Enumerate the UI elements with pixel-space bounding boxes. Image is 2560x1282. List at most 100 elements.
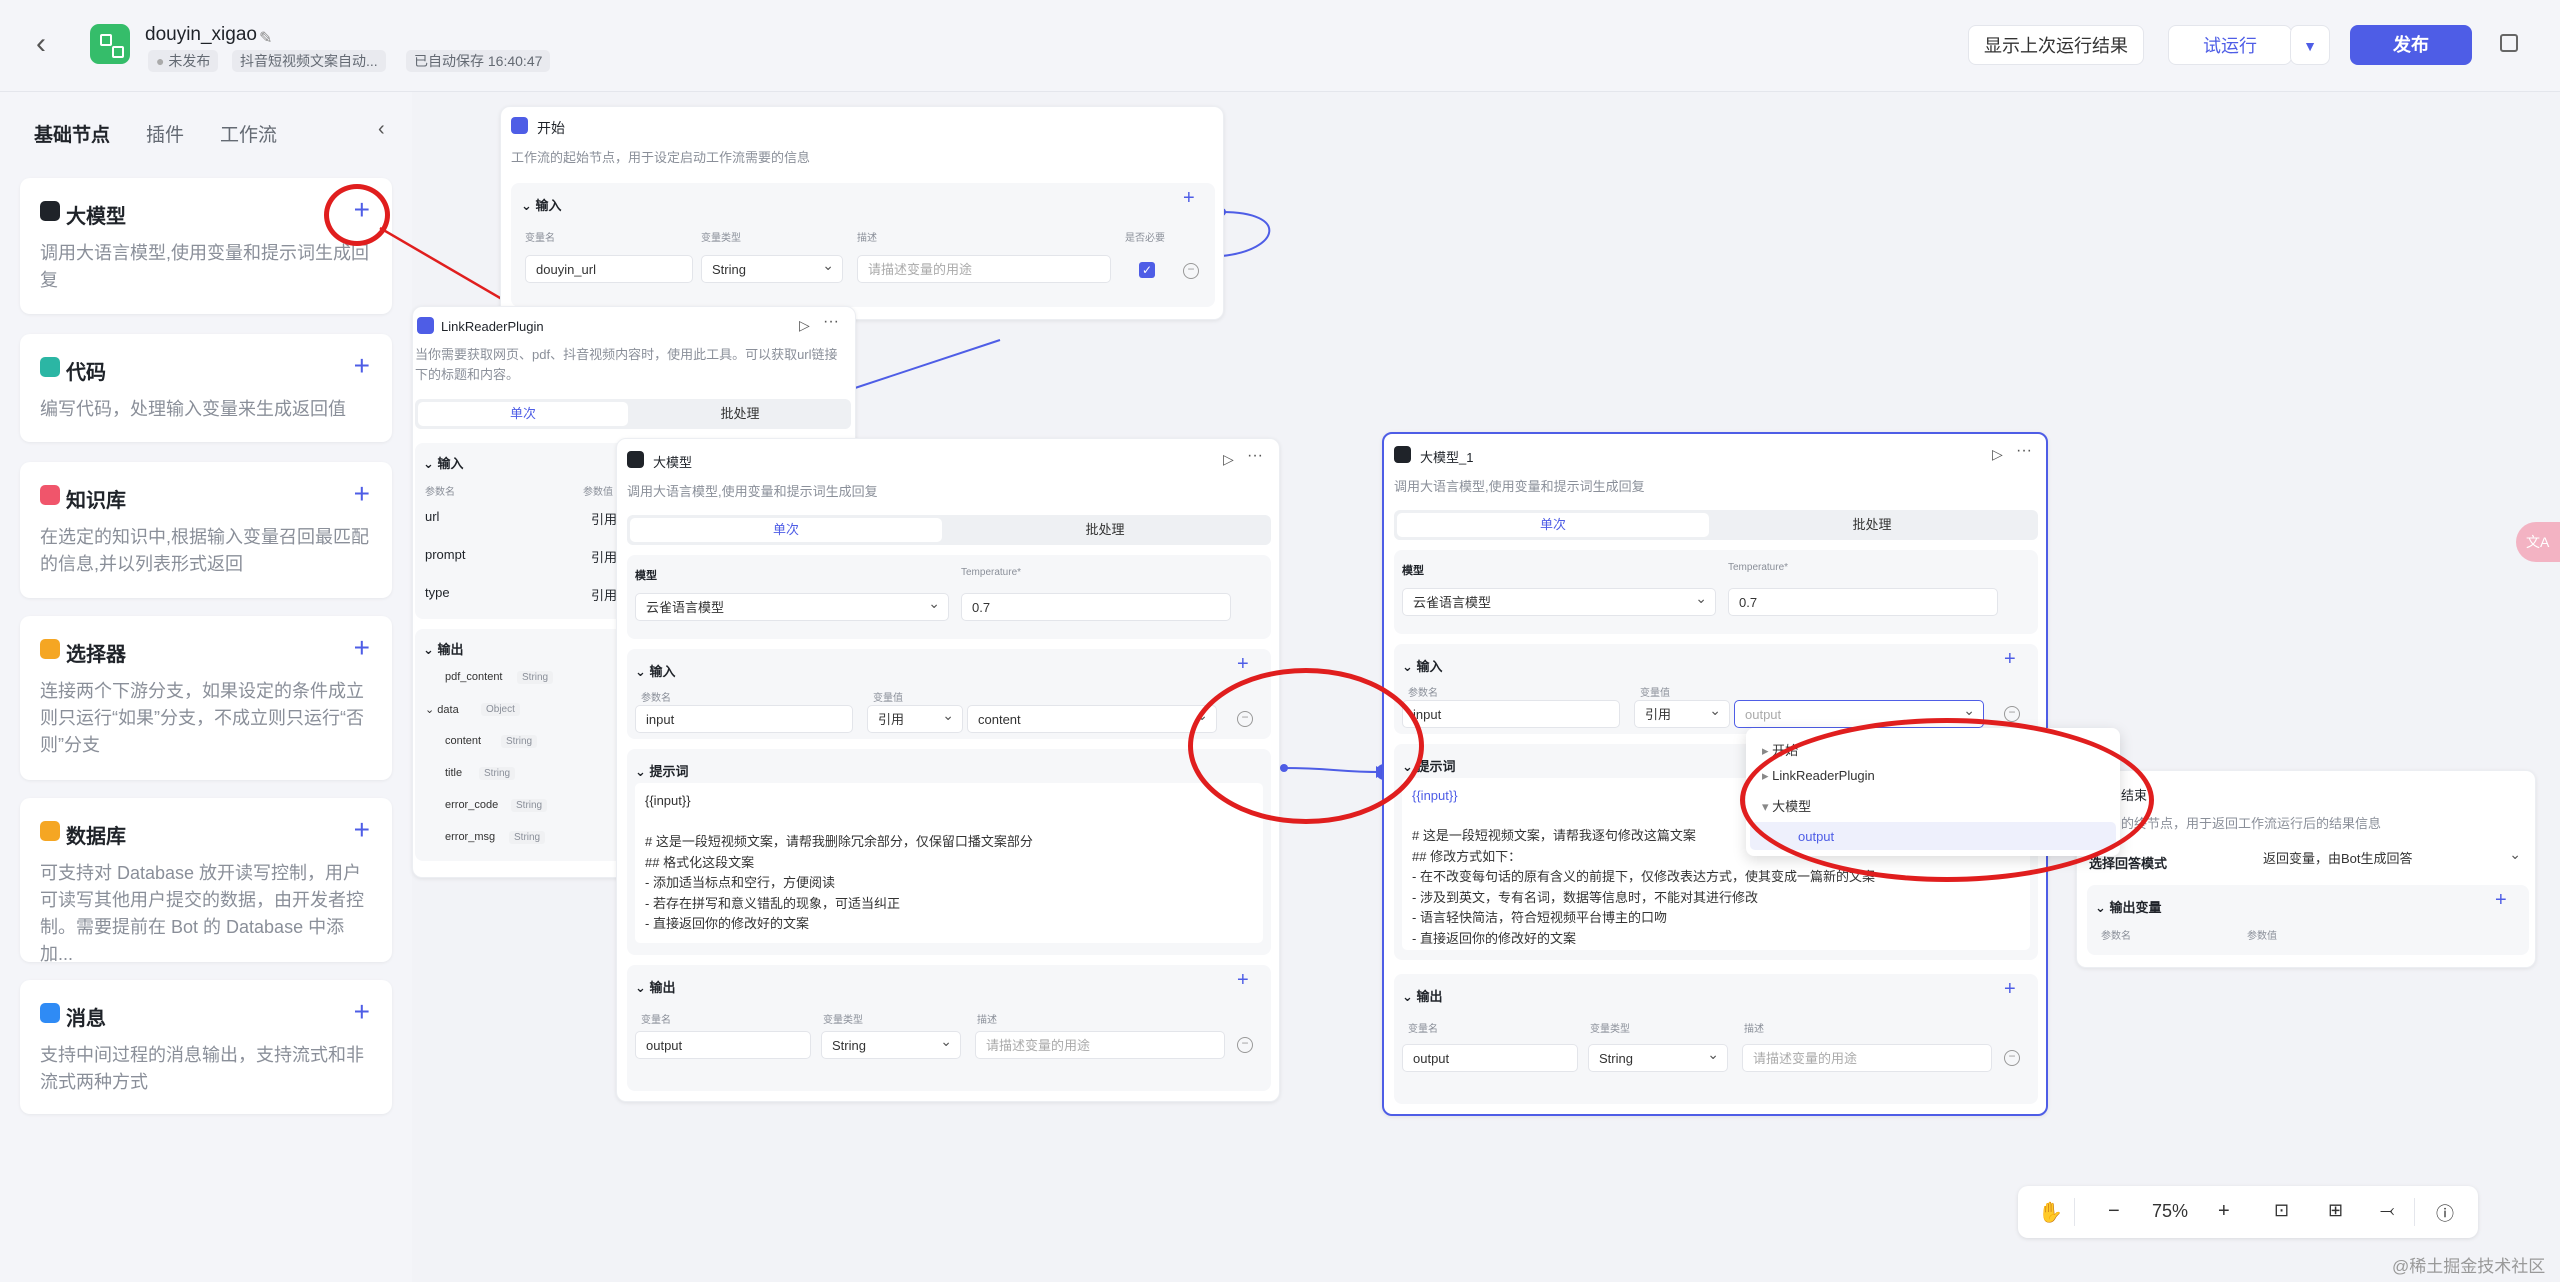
start-col-name: 变量名: [525, 233, 555, 244]
param-type-ref[interactable]: 引用: [591, 585, 617, 604]
llm-mode-toggle: 单次 批处理: [627, 515, 1271, 545]
llm1-out-name-input[interactable]: output: [1402, 1044, 1578, 1072]
llm-model-label: 模型: [635, 570, 657, 582]
start-remove-var-icon[interactable]: −: [1183, 263, 1199, 279]
end-col-param: 参数名: [2101, 931, 2131, 942]
llm-more-icon[interactable]: ···: [1247, 447, 1263, 465]
llm1-node-icon: [1394, 446, 1411, 463]
llm1-out-type-select[interactable]: String: [1588, 1040, 1728, 1072]
llm-node-icon: [627, 451, 644, 468]
start-var-name-input[interactable]: douyin_url: [525, 255, 693, 283]
end-output-label-text: 输出变量: [2109, 900, 2162, 915]
out-data: ⌄ data: [425, 704, 459, 716]
llm-remove-output-icon[interactable]: −: [1237, 1037, 1253, 1053]
llm1-add-output-icon[interactable]: +: [2004, 978, 2016, 1001]
llm-add-input-icon[interactable]: +: [1237, 653, 1249, 676]
annotation-circle-add: [324, 184, 390, 246]
end-col-value: 参数值: [2247, 931, 2277, 942]
llm-out-name-input[interactable]: output: [635, 1031, 811, 1059]
llm-col-param: 参数名: [641, 693, 671, 704]
out-error-msg-type: String: [509, 831, 546, 844]
start-node[interactable]: 开始 工作流的起始节点，用于设定启动工作流需要的信息 ⌄ 输入 + 变量名 变量…: [500, 106, 1224, 320]
more-icon[interactable]: ···: [823, 313, 839, 331]
llm1-output-label-text: 输出: [1416, 989, 1443, 1004]
llm1-model-select[interactable]: 云雀语言模型: [1402, 584, 1716, 616]
llm1-col-param: 参数名: [1408, 688, 1438, 699]
llm-temp-input[interactable]: 0.7: [961, 593, 1231, 621]
start-input-section: ⌄ 输入 + 变量名 变量类型 描述 是否必要 douyin_url Strin…: [511, 183, 1215, 307]
fit-view-icon[interactable]: ⊡: [2274, 1200, 2289, 1221]
start-add-input-icon[interactable]: +: [1183, 187, 1195, 210]
edge-start-link: [854, 339, 1001, 389]
llm-input-label-text: 输入: [649, 664, 676, 679]
end-mode-select[interactable]: 返回变量，由Bot生成回答: [2253, 840, 2529, 873]
link-reader-title: LinkReaderPlugin: [441, 319, 544, 334]
start-node-icon: [511, 117, 528, 134]
link-output-label-text: 输出: [437, 642, 464, 657]
llm-input-label: ⌄ 输入: [635, 664, 676, 679]
llm1-ref-select[interactable]: 引用: [1634, 696, 1730, 728]
llm-ref-select[interactable]: 引用: [867, 701, 963, 733]
param-prompt-ref[interactable]: 引用: [591, 547, 617, 566]
llm1-remove-output-icon[interactable]: −: [2004, 1050, 2020, 1066]
llm1-out-col-type: 变量类型: [1590, 1024, 1630, 1035]
llm1-tab-single[interactable]: 单次: [1397, 513, 1709, 537]
help-icon[interactable]: ⓘ: [2436, 1200, 2454, 1226]
llm-output-label-text: 输出: [649, 980, 676, 995]
tab-batch[interactable]: 批处理: [635, 402, 845, 426]
llm-out-col-type: 变量类型: [823, 1015, 863, 1026]
llm-value-select[interactable]: content: [967, 701, 1217, 733]
out-pdf-content: pdf_content: [445, 671, 503, 683]
start-col-required: 是否必要: [1125, 233, 1165, 244]
out-data-type: Object: [481, 703, 520, 716]
llm1-param-input[interactable]: input: [1402, 700, 1620, 728]
llm1-add-input-icon[interactable]: +: [2004, 648, 2016, 671]
llm-tab-batch[interactable]: 批处理: [949, 518, 1261, 542]
required-checkbox[interactable]: ✓: [1139, 262, 1155, 278]
start-var-desc-input[interactable]: 请描述变量的用途: [857, 255, 1111, 283]
end-output-label: ⌄ 输出变量: [2095, 900, 2162, 915]
end-output-section: ⌄ 输出变量 + 参数名 参数值: [2087, 885, 2529, 955]
out-error-code: error_code: [445, 799, 499, 811]
llm1-node-desc: 调用大语言模型,使用变量和提示词生成回复: [1394, 479, 1645, 494]
llm1-out-desc-input[interactable]: 请描述变量的用途: [1742, 1044, 1992, 1072]
llm1-remove-input-icon[interactable]: −: [2004, 706, 2020, 722]
llm-out-desc-input[interactable]: 请描述变量的用途: [975, 1031, 1225, 1059]
start-var-type-select[interactable]: String: [701, 251, 843, 283]
llm-run-icon[interactable]: ▷: [1223, 451, 1234, 468]
link-col-value: 参数值: [583, 487, 613, 498]
llm-node-desc: 调用大语言模型,使用变量和提示词生成回复: [627, 484, 878, 499]
llm-prompt-editor[interactable]: {{input}} # 这是一段短视频文案，请帮我删除冗余部分，仅保留口播文案部…: [635, 783, 1263, 943]
llm-out-type-select[interactable]: String: [821, 1027, 961, 1059]
link-reader-icon: [417, 317, 434, 334]
zoom-level: 75%: [2152, 1201, 2189, 1221]
llm1-run-icon[interactable]: ▷: [1992, 446, 2003, 463]
llm-prompt-text: {{input}} # 这是一段短视频文案，请帮我删除冗余部分，仅保留口播文案部…: [645, 793, 1033, 931]
zoom-in-icon[interactable]: +: [2218, 1200, 2230, 1223]
auto-layout-icon[interactable]: ⤙: [2380, 1200, 2394, 1221]
llm-out-col-name: 变量名: [641, 1015, 671, 1026]
tab-single[interactable]: 单次: [418, 402, 628, 426]
llm1-more-icon[interactable]: ···: [2016, 442, 2032, 460]
link-reader-desc: 当你需要获取网页、pdf、抖音视频内容时，使用此工具。可以获取url链接下的标题…: [415, 347, 838, 382]
param-url-ref[interactable]: 引用: [591, 509, 617, 528]
run-node-icon[interactable]: ▷: [799, 317, 810, 334]
translate-icon[interactable]: 文A: [2516, 522, 2560, 562]
llm1-model-section: 模型 Temperature* 云雀语言模型 0.7: [1394, 550, 2038, 634]
hand-tool-icon[interactable]: ✋: [2038, 1200, 2063, 1225]
llm1-temp-label: Temperature*: [1728, 562, 1789, 573]
llm-model-select[interactable]: 云雀语言模型: [635, 589, 949, 621]
llm-prompt-section: ⌄ 提示词 {{input}} # 这是一段短视频文案，请帮我删除冗余部分，仅保…: [627, 749, 1271, 955]
llm-param-input[interactable]: input: [635, 705, 853, 733]
llm-tab-single[interactable]: 单次: [630, 518, 942, 542]
minimap-icon[interactable]: ⊞: [2328, 1200, 2343, 1221]
end-add-output-icon[interactable]: +: [2495, 889, 2507, 912]
zoom-out-icon[interactable]: −: [2108, 1200, 2120, 1223]
llm-add-output-icon[interactable]: +: [1237, 969, 1249, 992]
llm1-prompt-label-text: 提示词: [1416, 759, 1456, 774]
llm1-tab-batch[interactable]: 批处理: [1716, 513, 2028, 537]
llm-prompt-label-text: 提示词: [649, 764, 689, 779]
annotation-circle-dropdown: [1740, 718, 2154, 882]
llm1-temp-input[interactable]: 0.7: [1728, 588, 1998, 616]
llm-node[interactable]: 大模型 ▷ ··· 调用大语言模型,使用变量和提示词生成回复 单次 批处理 模型…: [616, 438, 1280, 1102]
